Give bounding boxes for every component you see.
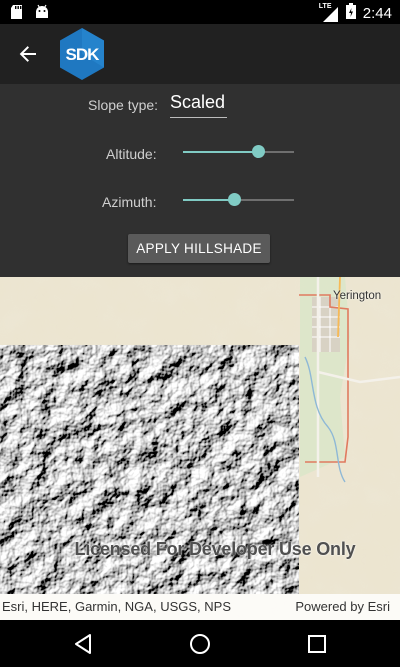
altitude-label: Altitude:	[106, 146, 157, 162]
azimuth-slider-fill	[183, 199, 235, 201]
back-triangle-icon[interactable]	[70, 630, 98, 658]
developer-watermark: Licensed For Developer Use Only	[74, 539, 356, 559]
altitude-slider[interactable]	[183, 142, 294, 162]
slope-type-dropdown[interactable]: Scaled	[170, 92, 227, 118]
basemap	[0, 277, 400, 620]
home-circle-icon[interactable]	[186, 630, 214, 658]
android-icon	[34, 4, 50, 25]
sdk-logo-icon: SDK	[58, 27, 106, 81]
signal-icon: LTE	[318, 2, 339, 23]
azimuth-label: Azimuth:	[102, 194, 157, 210]
status-time: 2:44	[362, 5, 392, 22]
azimuth-slider-thumb[interactable]	[227, 193, 241, 206]
recents-square-icon[interactable]	[303, 630, 331, 658]
attribution-text[interactable]: Esri, HERE, Garmin, NGA, USGS, NPS	[2, 599, 231, 614]
status-right: LTE 2:44	[318, 2, 392, 25]
place-label-yerington: Yerington	[333, 290, 382, 302]
sdk-logo-text: SDK	[66, 45, 101, 64]
altitude-slider-thumb[interactable]	[251, 145, 265, 158]
attribution-bar: Esri, HERE, Garmin, NGA, USGS, NPS Power…	[0, 594, 400, 620]
app-bar: SDK	[0, 24, 400, 84]
network-label: LTE	[318, 2, 332, 10]
back-arrow-icon[interactable]	[14, 40, 42, 68]
battery-icon	[345, 2, 357, 25]
status-left	[10, 4, 50, 25]
powered-by-text: Powered by Esri	[295, 599, 390, 614]
slope-type-label: Slope type:	[88, 97, 159, 113]
navigation-bar	[0, 620, 400, 667]
altitude-slider-fill	[183, 151, 259, 153]
town-area	[312, 297, 340, 352]
map-view[interactable]: Yerington Licensed For Developer Use Onl…	[0, 277, 400, 620]
status-bar: LTE 2:44	[0, 0, 400, 24]
hillshade-panel: Slope type: Scaled Altitude: Azimuth: AP…	[0, 84, 400, 277]
sd-card-icon	[10, 4, 24, 25]
apply-hillshade-button[interactable]: APPLY HILLSHADE	[128, 234, 270, 263]
azimuth-slider[interactable]	[183, 190, 294, 210]
